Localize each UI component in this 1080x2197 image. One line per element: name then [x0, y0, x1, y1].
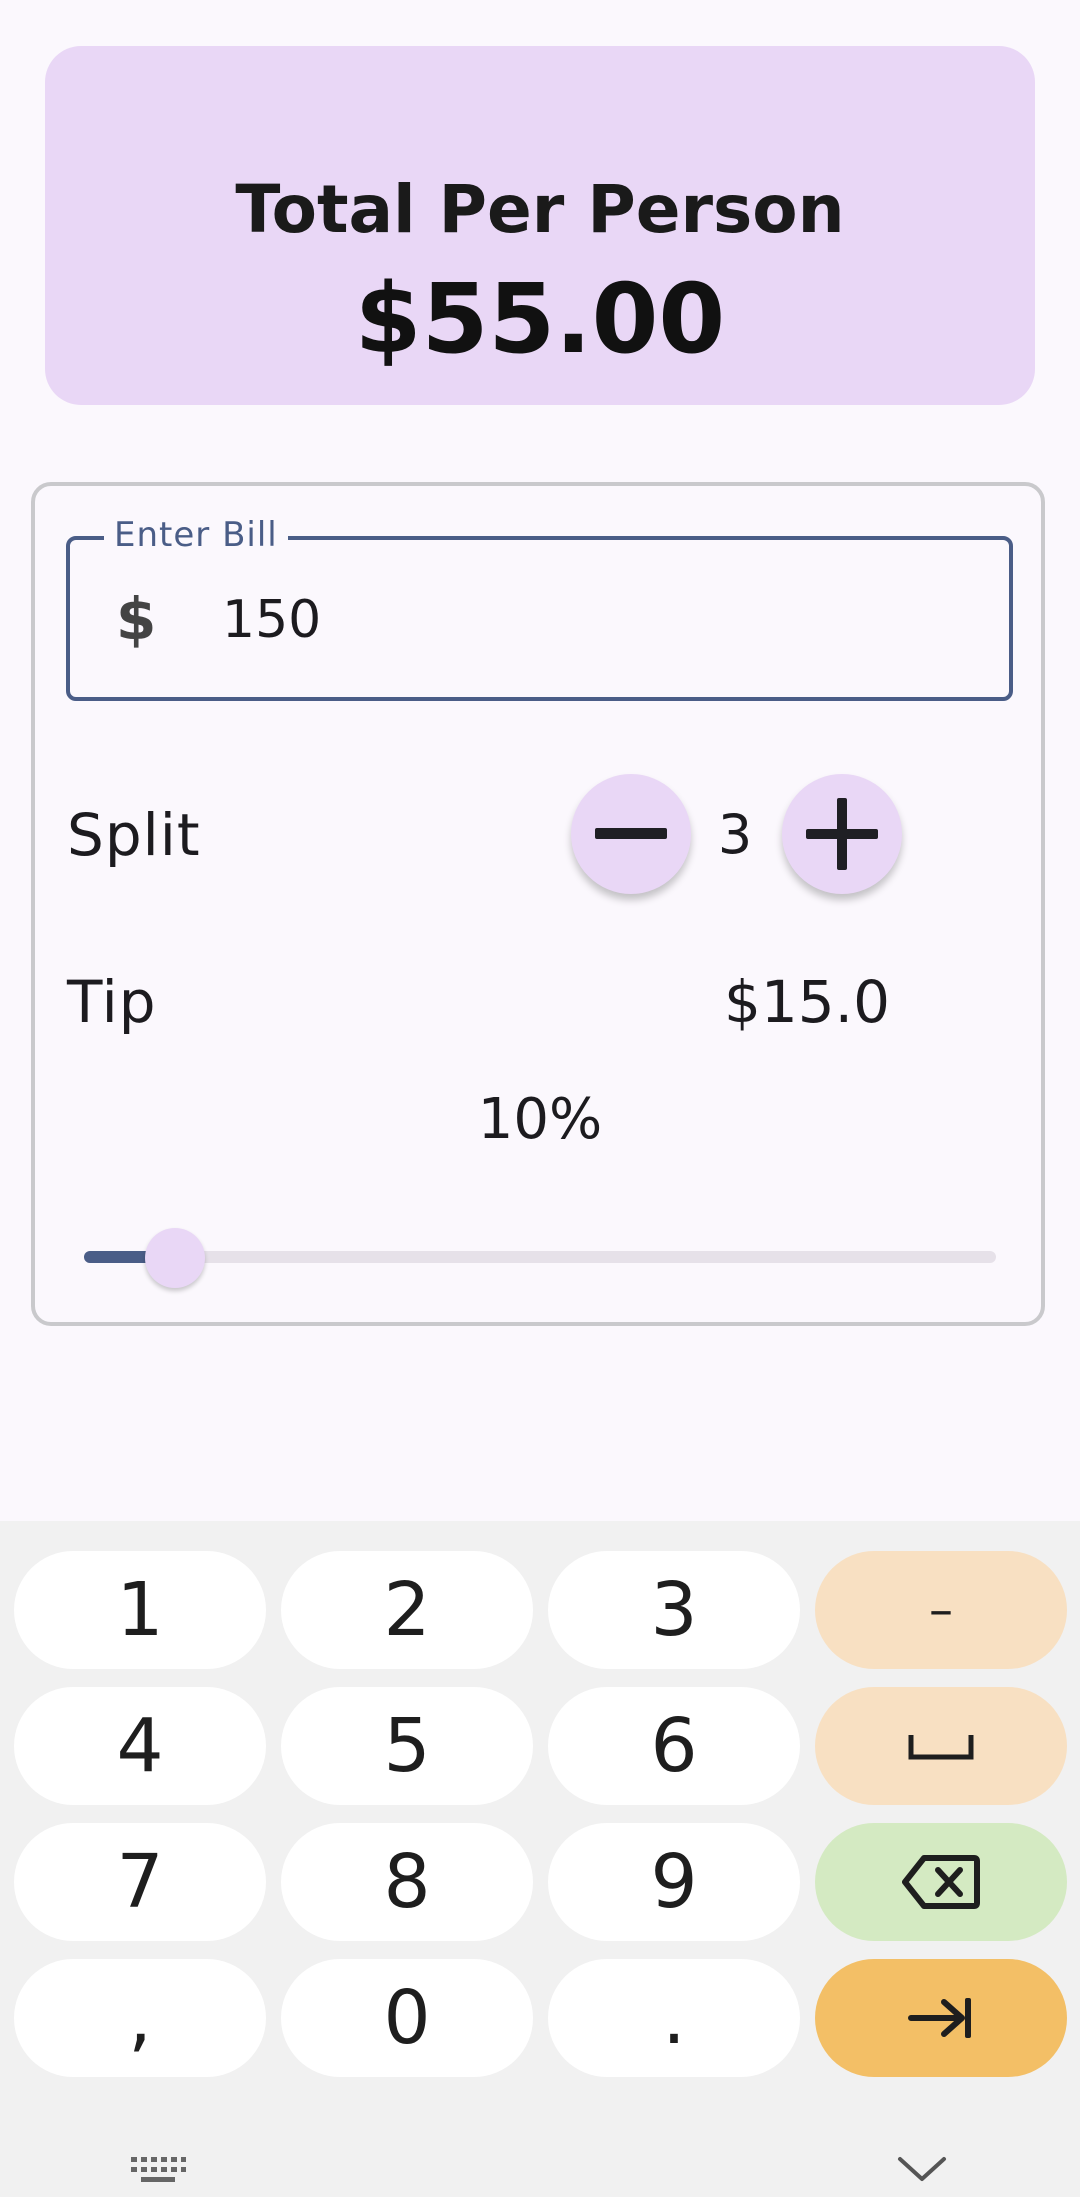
total-per-person-card: Total Per Person $55.00 [45, 46, 1035, 405]
tip-label: Tip [67, 968, 157, 1036]
tip-slider[interactable] [84, 1251, 996, 1263]
total-per-person-amount: $55.00 [354, 263, 726, 375]
tip-slider-thumb[interactable] [145, 1228, 206, 1288]
key-4[interactable]: 4 [14, 1687, 266, 1805]
key-3[interactable]: 3 [548, 1551, 800, 1669]
plus-icon [806, 798, 878, 870]
keyboard-switch-button[interactable] [126, 2150, 190, 2190]
key-7[interactable]: 7 [14, 1823, 266, 1941]
key-5[interactable]: 5 [281, 1687, 533, 1805]
enter-bill-label: Enter Bill [104, 513, 288, 557]
decrease-split-button[interactable] [571, 774, 691, 894]
key-backspace[interactable] [815, 1823, 1067, 1941]
key-0[interactable]: 0 [281, 1959, 533, 2077]
key-1[interactable]: 1 [14, 1551, 266, 1669]
numeric-keyboard: 1 2 3 – 4 5 6 7 8 9 , 0 . [0, 1521, 1080, 2197]
key-6[interactable]: 6 [548, 1687, 800, 1805]
increase-split-button[interactable] [782, 774, 902, 894]
key-minus[interactable]: – [815, 1551, 1067, 1669]
key-9[interactable]: 9 [548, 1823, 800, 1941]
minus-icon [595, 828, 667, 839]
tip-amount: $15.0 [723, 968, 890, 1036]
keyboard-icon [131, 2157, 186, 2182]
key-period[interactable]: . [548, 1959, 800, 2077]
tip-calculator-screen: Total Per Person $55.00 Enter Bill $ Spl… [0, 0, 1080, 1521]
split-count: 3 [717, 803, 753, 866]
chevron-down-icon [898, 2157, 946, 2181]
dollar-sign-icon: $ [116, 585, 157, 653]
tip-percentage: 10% [477, 1087, 603, 1152]
bill-input[interactable] [222, 582, 982, 658]
key-tab-next[interactable] [815, 1959, 1067, 2077]
space-icon [908, 1735, 974, 1760]
hide-keyboard-button[interactable] [894, 2149, 950, 2189]
backspace-icon [902, 1855, 980, 1909]
tab-icon [908, 1998, 971, 2038]
key-comma[interactable]: , [14, 1959, 266, 2077]
split-label: Split [67, 801, 201, 869]
total-per-person-title: Total Per Person [235, 171, 845, 248]
key-8[interactable]: 8 [281, 1823, 533, 1941]
key-space[interactable] [815, 1687, 1067, 1805]
key-2[interactable]: 2 [281, 1551, 533, 1669]
